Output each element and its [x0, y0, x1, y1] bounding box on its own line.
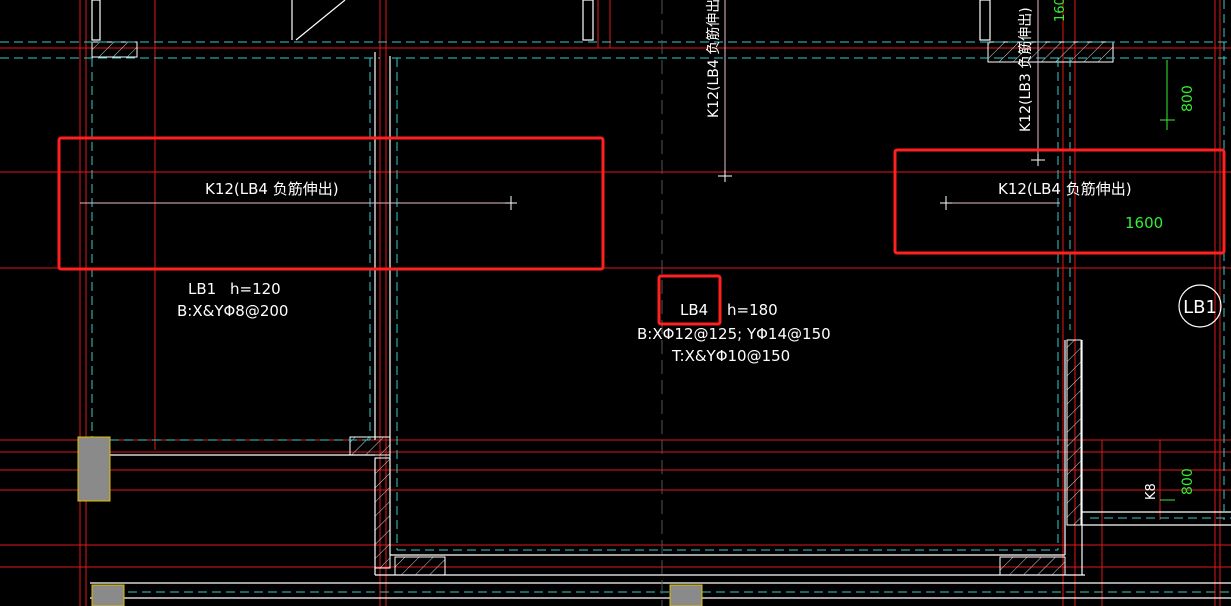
lb1-thickness: h=120 — [230, 280, 281, 298]
lb4-rebar-bottom: B:XΦ12@125; YΦ14@150 — [637, 325, 831, 343]
lb4-name: LB4 — [680, 301, 708, 319]
lb1-rebar: B:X&YΦ8@200 — [177, 302, 288, 320]
dim-800-top: 800 — [1180, 85, 1196, 112]
k12-right-label: K12(LB4 负筋伸出) — [998, 180, 1132, 198]
dim-1600-top: 1600 — [1053, 0, 1068, 22]
rebar-lines — [80, 0, 1060, 204]
slab-edges-dashed — [0, 0, 1231, 593]
k12-left-label: K12(LB4 负筋伸出) — [205, 180, 339, 198]
k12-vertical-lb3-label: K12(LB3 负筋伸出) — [1017, 7, 1034, 132]
lb4-thickness: h=180 — [727, 301, 778, 319]
dim-800-bottom: 800 — [1180, 468, 1196, 495]
lb4-rebar-top: T:X&YΦ10@150 — [671, 347, 790, 365]
dimension-lines — [1160, 60, 1175, 501]
rebar-end-marks — [505, 154, 1045, 210]
lb1-name: LB1 — [188, 280, 216, 298]
dim-1600-right: 1600 — [1125, 214, 1163, 232]
lb1-tag: LB1 — [1178, 284, 1222, 328]
lb1-tag-text: LB1 — [1183, 297, 1217, 318]
cad-drawing-canvas: K12(LB4 负筋伸出) K12(LB4 负筋伸出) K12(LB4 负筋伸出… — [0, 0, 1231, 606]
k12-vertical-lb4-label: K12(LB4 负筋伸出) — [705, 0, 722, 118]
highlight-box-k12-right — [893, 148, 1226, 255]
k8-label: K8 — [1144, 483, 1159, 500]
